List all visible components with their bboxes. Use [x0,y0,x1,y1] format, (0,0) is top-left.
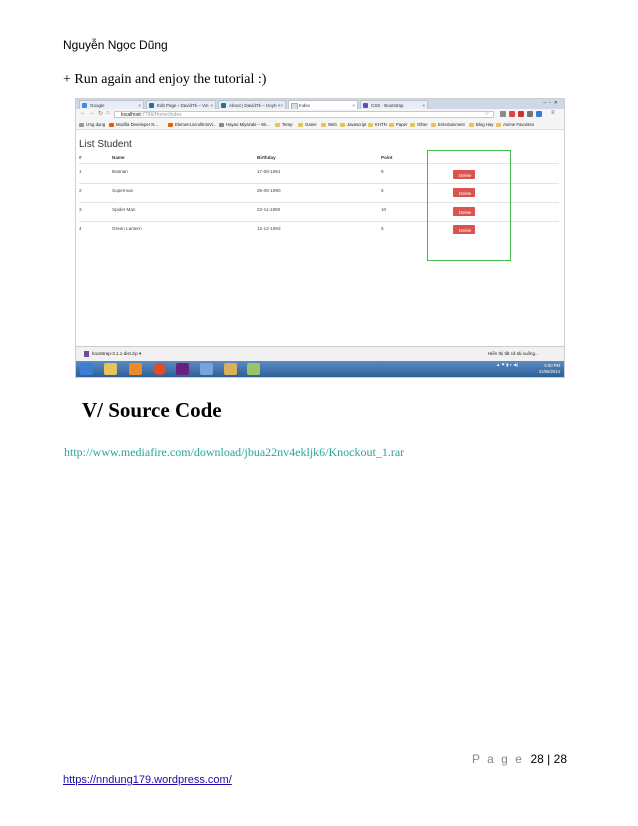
bookmarks-bar: Ứng dụng Mozilla Developer N... Element.… [76,120,564,130]
bookmark-folder[interactable]: Blog Hay [469,120,493,129]
browser-tab-active[interactable]: Index × [288,100,358,109]
close-icon[interactable]: × [280,101,283,109]
bookmark-folder[interactable]: Entertainment [431,120,465,129]
bookmark-folder[interactable]: Paper [389,120,407,129]
intro-text: + Run again and enjoy the tutorial :) [63,72,267,87]
menu-icon[interactable]: ≡ [551,110,555,116]
start-icon[interactable] [80,363,93,375]
archive-icon [84,350,89,357]
web-page-content: List Student # Name Birthday Point 1 Bat… [76,130,564,345]
forward-icon[interactable]: → [89,110,95,116]
close-icon[interactable]: × [422,101,425,109]
browser-tab[interactable]: Google × [79,100,144,109]
bookmark-item[interactable]: Hayao Miyazaki – Wi... [219,120,270,129]
bookmark-item[interactable]: Ứng dụng [79,120,105,129]
column-header-id: # [79,155,82,160]
page-number: P a g e 28 | 28 [472,752,567,766]
column-header-point: Point [381,155,393,160]
back-icon[interactable]: ← [80,110,86,116]
section-heading: V/ Source Code [82,398,222,422]
bookmark-folder[interactable]: Other [410,120,428,129]
image-viewer-icon[interactable] [247,363,260,375]
bookmark-item[interactable]: Element.scrollIntoVi... [168,120,216,129]
star-icon[interactable]: ☆ [484,110,489,117]
browser-tab[interactable]: Edit Page ‹ DavidTk – Vin × [146,100,216,109]
taskbar-clock[interactable]: 5:00 PM 22/06/2014 [539,363,560,375]
wordpress-favicon-icon [149,103,154,108]
home-icon[interactable]: ⌂ [106,110,110,116]
source-code-link[interactable]: http://www.mediafire.com/download/jbua22… [64,445,404,460]
browser-screenshot: Google × Edit Page ‹ DavidTk – Vin × About… [75,98,565,378]
system-tray[interactable]: ▲ ⚑ ▮ ◐ ◀) [496,362,518,367]
extension-icon[interactable] [518,111,524,117]
windows-taskbar: ▲ ⚑ ▮ ◐ ◀) 5:00 PM 22/06/2014 [76,361,564,377]
footer-site-link[interactable]: https://nndung179.wordpress.com/ [63,774,232,786]
close-icon[interactable]: × [352,101,355,109]
bootstrap-favicon-icon [363,103,368,108]
show-all-downloads-link[interactable]: Hiển thị tất cả tải xuống... [488,349,539,359]
browser-tab[interactable]: About | DavidTk – Hoyh × × [218,100,286,109]
download-item[interactable]: bootstrap-3.1.1-dist.zip ▾ [84,349,141,359]
bookmark-folder[interactable]: Anime Favorites [496,120,534,129]
bookmark-folder[interactable]: KHTN [368,120,387,129]
bookmark-item[interactable]: Mozilla Developer N... [109,120,158,129]
visual-studio-icon[interactable] [176,363,189,375]
explorer-icon[interactable] [104,363,117,375]
document-author: Nguyễn Ngọc Dũng [63,38,168,52]
close-icon[interactable]: × [138,101,141,109]
bookmark-folder[interactable]: Temp [275,120,293,129]
close-icon[interactable]: × [210,101,213,109]
extension-icon[interactable] [500,111,506,117]
download-bar: bootstrap-3.1.1-dist.zip ▾ Hiển thị tất … [76,346,564,362]
wordpress-favicon-icon [221,103,226,108]
google-favicon-icon [82,103,87,108]
url-input[interactable]: localhost:7796/Home/Index [114,111,494,118]
app-icon[interactable] [200,363,213,375]
paint-icon[interactable] [224,363,237,375]
extension-icon[interactable] [536,111,542,117]
highlight-box [427,150,511,261]
window-controls[interactable]: –▫✕ [543,100,561,106]
page-title: List Student [79,139,132,150]
bookmark-folder[interactable]: Game [298,120,317,129]
chrome-icon[interactable] [153,363,166,375]
column-header-name: Name [112,155,125,160]
browser-tab[interactable]: CSS · Bootstrap × [360,100,428,109]
gmail-icon[interactable] [509,111,515,117]
bookmark-folder[interactable]: Javascript [340,120,366,129]
column-header-birthday: Birthday [257,155,276,160]
extension-icon[interactable] [527,111,533,117]
reload-icon[interactable]: ↻ [98,110,103,117]
browser-tab-bar: Google × Edit Page ‹ DavidTk – Vin × About… [76,99,564,109]
media-player-icon[interactable] [129,363,142,375]
bookmark-folder[interactable]: Web [321,120,337,129]
